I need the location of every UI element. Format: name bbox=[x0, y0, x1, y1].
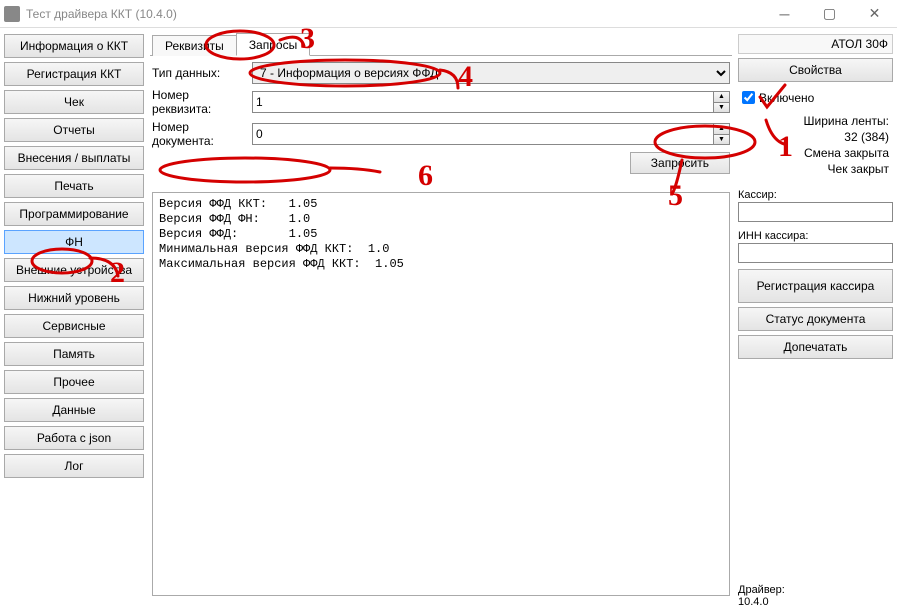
registratsiya-kassira-button[interactable]: Регистрация кассира bbox=[738, 269, 893, 303]
vklyucheno-input[interactable] bbox=[742, 91, 755, 104]
maximize-button[interactable]: ▢ bbox=[807, 0, 852, 28]
sidebar-item-3[interactable]: Отчеты bbox=[4, 118, 144, 142]
output-area: Версия ФФД ККТ: 1.05 Версия ФФД ФН: 1.0 … bbox=[152, 192, 730, 596]
vklyucheno-label: Включено bbox=[759, 91, 814, 105]
input-nomer-dokumenta[interactable] bbox=[252, 123, 714, 145]
tab-zaprosy[interactable]: Запросы bbox=[236, 33, 310, 56]
vklyucheno-checkbox[interactable]: Включено bbox=[738, 86, 893, 109]
sidebar-item-5[interactable]: Печать bbox=[4, 174, 144, 198]
label-nomer-dokumenta: Номер документа: bbox=[152, 120, 252, 148]
sidebar-item-10[interactable]: Сервисные bbox=[4, 314, 144, 338]
status-dokumenta-button[interactable]: Статус документа bbox=[738, 307, 893, 331]
driver-value: 10.4.0 bbox=[738, 596, 893, 608]
app-icon bbox=[4, 6, 20, 22]
sidebar-item-6[interactable]: Программирование bbox=[4, 202, 144, 226]
label-nomer-rekvizita: Номер реквизита: bbox=[152, 88, 252, 116]
sidebar-item-15[interactable]: Лог bbox=[4, 454, 144, 478]
center-panel: Реквизиты Запросы Тип данных: 7 - Информ… bbox=[150, 32, 732, 610]
tab-rekvizity[interactable]: Реквизиты bbox=[152, 35, 237, 56]
driver-label: Драйвер: bbox=[738, 584, 893, 596]
shirina-lenty-label: Ширина ленты: bbox=[738, 113, 893, 129]
sidebar-item-14[interactable]: Работа с json bbox=[4, 426, 144, 450]
spin-up-icon[interactable]: ▲ bbox=[714, 124, 729, 135]
input-nomer-rekvizita[interactable] bbox=[252, 91, 714, 113]
sidebar-item-12[interactable]: Прочее bbox=[4, 370, 144, 394]
sidebar-item-7[interactable]: ФН bbox=[4, 230, 144, 254]
label-tip-dannyh: Тип данных: bbox=[152, 66, 252, 80]
inn-kassira-input[interactable] bbox=[738, 243, 893, 263]
shirina-lenty-value: 32 (384) bbox=[738, 129, 893, 145]
close-button[interactable]: ✕ bbox=[852, 0, 897, 28]
chek-status: Чек закрыт bbox=[738, 161, 893, 177]
minimize-button[interactable]: ─ bbox=[762, 0, 807, 28]
sidebar-item-4[interactable]: Внесения / выплаты bbox=[4, 146, 144, 170]
sidebar-item-9[interactable]: Нижний уровень bbox=[4, 286, 144, 310]
sidebar-item-8[interactable]: Внешние устройства bbox=[4, 258, 144, 282]
sidebar-right: АТОЛ 30Ф Свойства Включено Ширина ленты:… bbox=[738, 32, 893, 610]
spin-down-icon[interactable]: ▼ bbox=[714, 135, 729, 145]
kassir-label: Кассир: bbox=[738, 187, 893, 202]
sidebar-left: Информация о ККТ Регистрация ККТ Чек Отчеты… bbox=[4, 32, 144, 610]
sidebar-item-2[interactable]: Чек bbox=[4, 90, 144, 114]
spin-down-icon[interactable]: ▼ bbox=[714, 103, 729, 113]
window-title: Тест драйвера ККТ (10.4.0) bbox=[26, 7, 762, 21]
kassir-input[interactable] bbox=[738, 202, 893, 222]
dopechatat-button[interactable]: Допечатать bbox=[738, 335, 893, 359]
sidebar-item-0[interactable]: Информация о ККТ bbox=[4, 34, 144, 58]
select-tip-dannyh[interactable]: 7 - Информация о версиях ФФД bbox=[252, 62, 730, 84]
smena-status: Смена закрыта bbox=[738, 145, 893, 161]
spin-up-icon[interactable]: ▲ bbox=[714, 92, 729, 103]
sidebar-item-11[interactable]: Память bbox=[4, 342, 144, 366]
sidebar-item-13[interactable]: Данные bbox=[4, 398, 144, 422]
inn-kassira-label: ИНН кассира: bbox=[738, 228, 893, 243]
sidebar-item-1[interactable]: Регистрация ККТ bbox=[4, 62, 144, 86]
svoystva-button[interactable]: Свойства bbox=[738, 58, 893, 82]
zaprosit-button[interactable]: Запросить bbox=[630, 152, 730, 174]
device-name: АТОЛ 30Ф bbox=[738, 34, 893, 54]
